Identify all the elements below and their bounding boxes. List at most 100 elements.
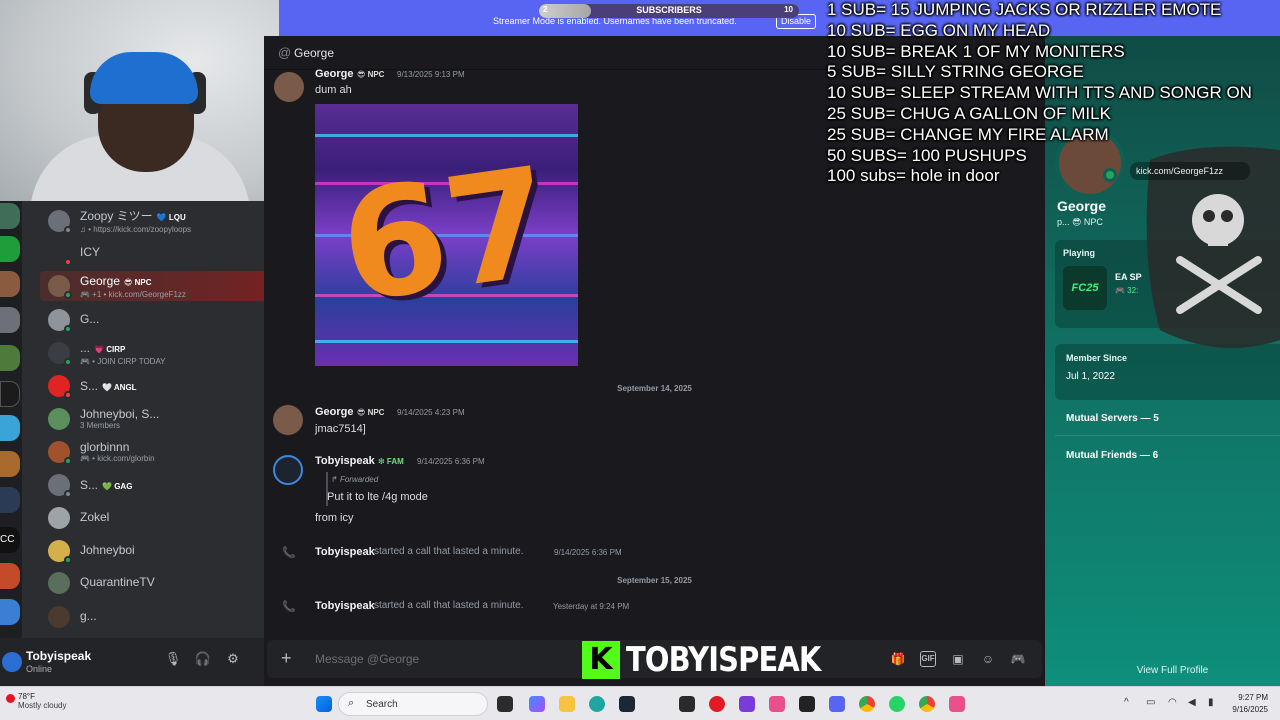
user-avatar[interactable] xyxy=(2,652,22,672)
file-explorer-icon[interactable] xyxy=(559,696,575,712)
steam-icon[interactable] xyxy=(619,696,635,712)
message-text: jmac7514] xyxy=(315,423,366,435)
dm-subtitle: 🎮 • kick.com/glorbin xyxy=(80,453,155,463)
dm-item[interactable]: glorbinnn 🎮 • kick.com/glorbin xyxy=(40,437,276,467)
dm-avatar xyxy=(48,342,72,366)
headphones-icon[interactable]: 🎧 xyxy=(194,650,212,668)
dm-subtitle: ♫ • https://kick.com/zoopyloops xyxy=(80,224,192,234)
server-icon[interactable] xyxy=(0,236,20,262)
dm-item[interactable]: Zoopy ミツー 💙 LQU ♫ • https://kick.com/zoopy… xyxy=(40,206,276,236)
dm-item[interactable]: Johneyboi xyxy=(40,536,276,566)
message-input[interactable]: Message @George xyxy=(315,652,419,666)
activities-icon[interactable]: 🎮 xyxy=(1010,651,1026,667)
chrome-icon[interactable] xyxy=(859,696,875,712)
server-icon[interactable] xyxy=(0,271,20,297)
chrome-icon[interactable] xyxy=(919,696,935,712)
dm-avatar xyxy=(48,540,72,564)
screen: Streamer Mode is enabled. Usernames have… xyxy=(0,0,1280,720)
taskbar-search[interactable]: ⌕ Search xyxy=(338,692,488,716)
user-name: Tobyispeak xyxy=(26,648,92,663)
message-author[interactable]: George xyxy=(315,406,354,418)
message-author[interactable]: George xyxy=(315,68,354,80)
app-icon[interactable] xyxy=(739,696,755,712)
dm-item[interactable]: G... xyxy=(40,305,276,335)
profile-subtitle: p... 😎 NPC xyxy=(1057,217,1103,227)
call-timestamp: 9/14/2025 6:36 PM xyxy=(554,548,622,557)
taskbar-clock[interactable]: 9:27 PM 9/16/2025 xyxy=(1232,692,1268,716)
server-icon[interactable] xyxy=(0,345,20,371)
clock-date: 9/16/2025 xyxy=(1232,705,1268,714)
dm-avatar xyxy=(48,441,72,465)
server-icon[interactable] xyxy=(0,415,20,441)
member-since-label: Member Since xyxy=(1066,353,1128,363)
edge-icon[interactable] xyxy=(589,696,605,712)
server-icon[interactable] xyxy=(0,599,20,625)
view-full-profile-link[interactable]: View Full Profile xyxy=(1045,665,1280,676)
add-attachment-icon[interactable]: + xyxy=(281,648,292,668)
status-indicator-icon xyxy=(64,226,72,234)
date-divider: September 15, 2025 xyxy=(617,576,692,585)
call-author[interactable]: Tobyispeak xyxy=(315,546,375,558)
dm-item[interactable]: George 😎 NPC 🎮 +1 • kick.com/GeorgeF1zz xyxy=(40,271,276,301)
mutual-servers-row[interactable]: Mutual Servers — 5 › xyxy=(1055,403,1280,435)
gif-icon[interactable]: GIF xyxy=(920,651,936,667)
dm-name: Johneyboi xyxy=(80,543,135,558)
phone-icon: 📞 xyxy=(282,601,296,613)
dm-name: S... xyxy=(80,379,99,394)
battery-icon[interactable]: ▮ xyxy=(1208,697,1214,708)
sticker-icon[interactable]: ▣ xyxy=(950,651,966,667)
server-icon[interactable]: CC xyxy=(0,527,20,553)
call-timestamp: Yesterday at 9:24 PM xyxy=(553,602,630,611)
epic-games-icon[interactable] xyxy=(679,696,695,712)
gift-icon[interactable]: 🎁 xyxy=(890,651,906,667)
dm-avatar xyxy=(48,309,72,333)
sub-goals-overlay: 1 SUB= 15 JUMPING JACKS OR RIZZLER EMOTE… xyxy=(827,0,1280,187)
server-icon[interactable] xyxy=(0,451,20,477)
dm-item[interactable]: QuarantineTV xyxy=(40,568,276,598)
message-author-tag: ❇ FAM xyxy=(378,457,404,466)
weather-temp: 78°F xyxy=(18,692,35,701)
gear-icon[interactable]: ⚙ xyxy=(224,650,242,668)
message-avatar[interactable] xyxy=(274,72,304,102)
microphone-icon[interactable]: 🎙 xyxy=(164,650,182,668)
dm-name: glorbinnn xyxy=(80,439,130,454)
chat-title: George xyxy=(294,46,335,60)
discord-icon[interactable] xyxy=(829,696,845,712)
task-view-icon[interactable] xyxy=(497,696,513,712)
call-author[interactable]: Tobyispeak xyxy=(315,600,375,612)
copilot-icon[interactable] xyxy=(529,696,545,712)
network-icon[interactable]: ▭ xyxy=(1146,697,1155,708)
message-author[interactable]: Tobyispeak xyxy=(315,455,375,467)
wifi-icon[interactable]: ◠ xyxy=(1168,697,1177,708)
mutual-friends-row[interactable]: Mutual Friends — 6 › xyxy=(1055,440,1280,472)
dm-item[interactable]: Johneyboi, S... 3 Members xyxy=(40,404,276,434)
dm-item[interactable]: ... 💗 CIRP 🎮 • JOIN CIRP TODAY xyxy=(40,338,276,368)
server-icon[interactable] xyxy=(0,203,20,229)
message-avatar[interactable] xyxy=(273,405,303,435)
attachment-image[interactable]: 67 xyxy=(315,104,578,366)
server-icon[interactable] xyxy=(0,563,20,589)
windows-start-icon[interactable] xyxy=(316,696,332,712)
dm-item[interactable]: S... 🤍 ANGL xyxy=(40,371,276,401)
status-indicator-icon xyxy=(64,291,72,299)
dm-item[interactable]: ICY xyxy=(40,238,276,268)
dm-item[interactable]: g... xyxy=(40,602,276,632)
whatsapp-icon[interactable] xyxy=(889,696,905,712)
server-icon[interactable] xyxy=(0,381,20,407)
server-icon[interactable] xyxy=(0,487,20,513)
app-icon[interactable] xyxy=(769,696,785,712)
dm-item[interactable]: S... 💚 GAG xyxy=(40,470,276,500)
dm-avatar xyxy=(48,210,72,234)
message-avatar[interactable] xyxy=(273,455,303,485)
app-icon[interactable] xyxy=(949,696,965,712)
dm-tag: 💙 LQU xyxy=(156,213,186,223)
emoji-icon[interactable]: ☺ xyxy=(980,651,996,667)
volume-icon[interactable]: ◀ xyxy=(1188,697,1196,708)
weather-widget[interactable]: 78°F Mostly cloudy xyxy=(6,692,66,710)
dm-item[interactable]: Zokel xyxy=(40,503,276,533)
app-icon[interactable] xyxy=(799,696,815,712)
sub-goal-line: 1 SUB= 15 JUMPING JACKS OR RIZZLER EMOTE xyxy=(827,0,1222,19)
opera-icon[interactable] xyxy=(709,696,725,712)
chevron-up-icon[interactable]: ^ xyxy=(1124,697,1129,708)
server-icon[interactable] xyxy=(0,307,20,333)
